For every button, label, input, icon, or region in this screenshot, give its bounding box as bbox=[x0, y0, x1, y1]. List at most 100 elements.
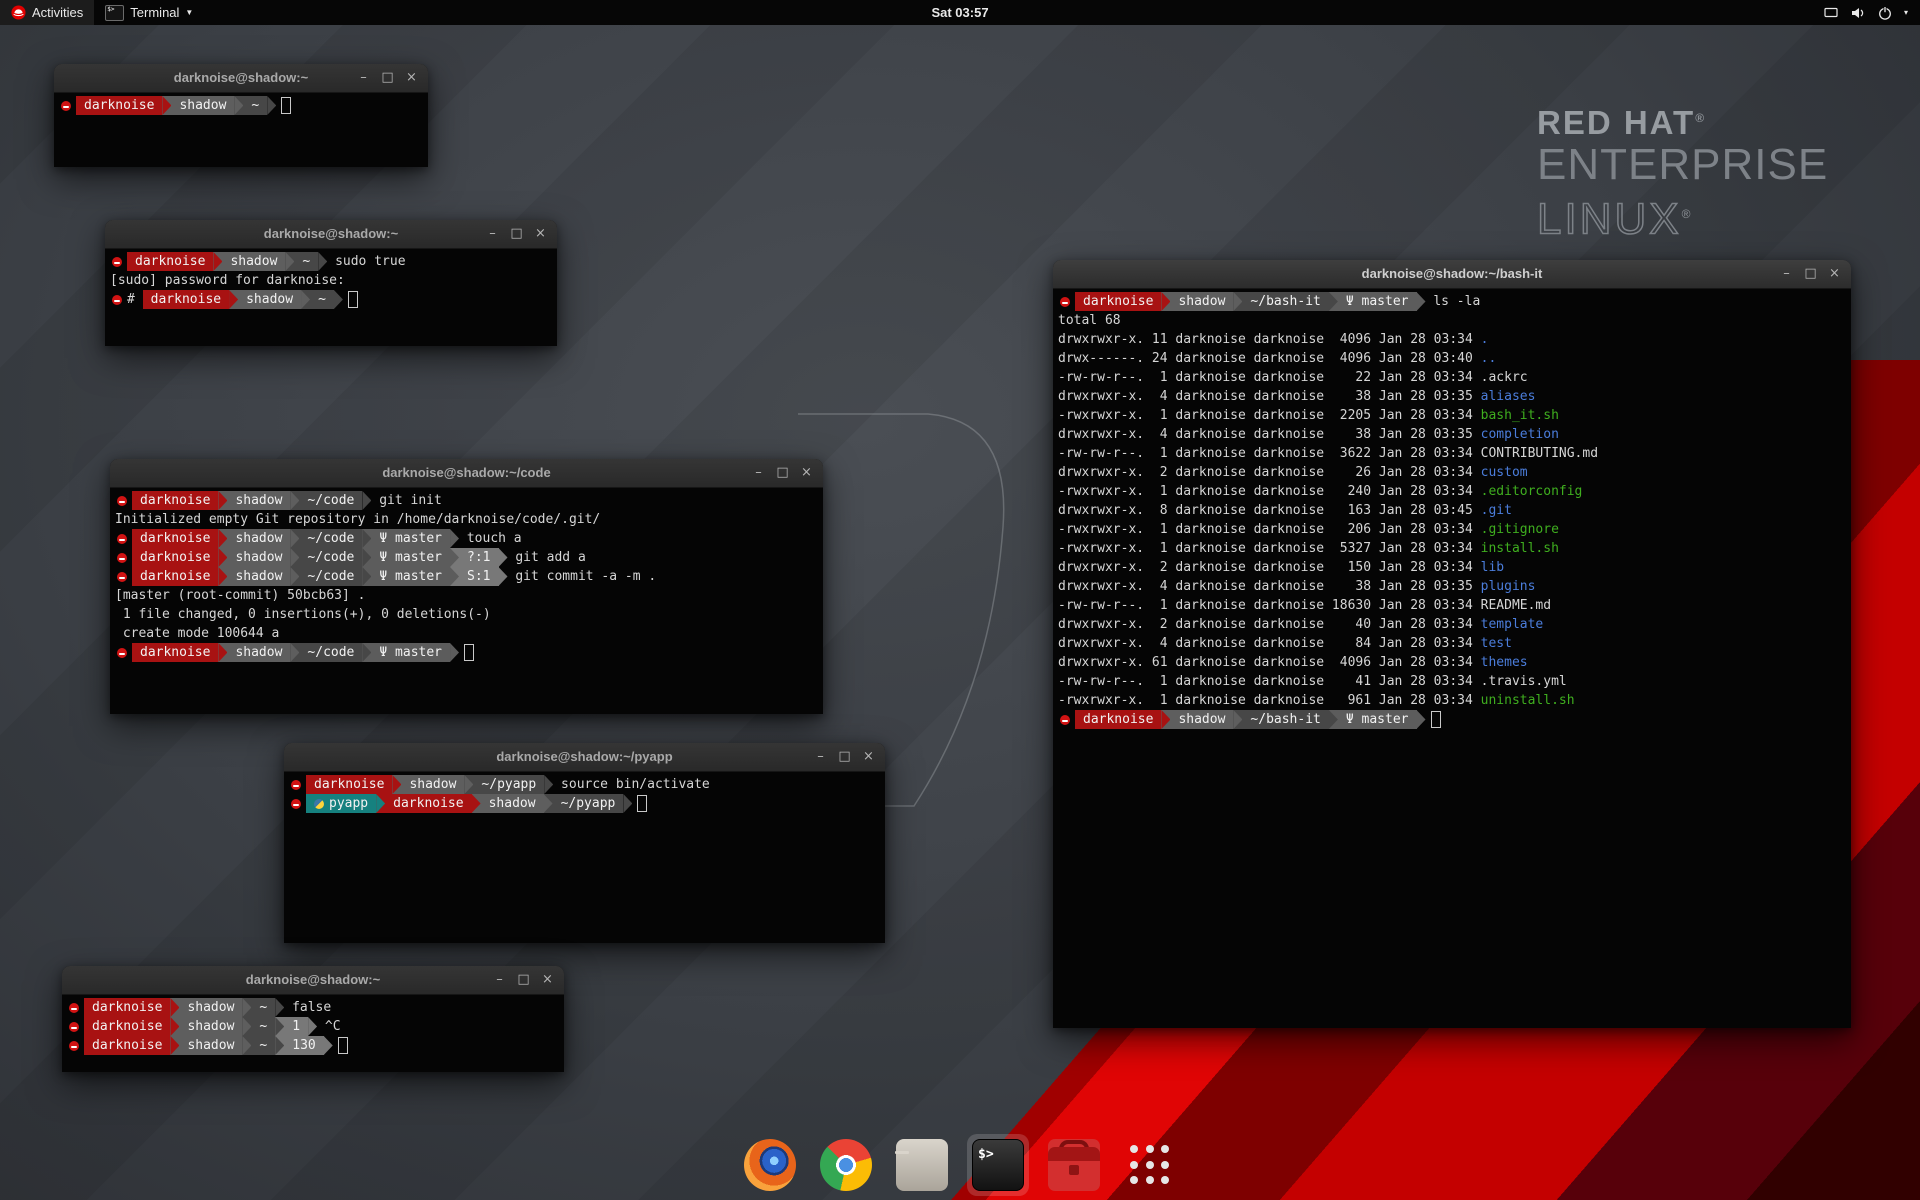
minimize-button[interactable]: – bbox=[490, 971, 509, 990]
system-tray[interactable]: ▾ bbox=[1811, 0, 1920, 25]
terminal-content[interactable]: darknoiseshadow~/bash-itΨ master ls -lat… bbox=[1053, 289, 1851, 1032]
powerline-arrow bbox=[1329, 292, 1338, 311]
prompt-segment-host: shadow bbox=[238, 290, 301, 309]
minimize-button[interactable]: – bbox=[483, 225, 502, 244]
powerline-arrow bbox=[218, 491, 227, 510]
prompt-segment-path: ~/pyapp bbox=[473, 775, 544, 794]
clock[interactable]: Sat 03:57 bbox=[921, 0, 998, 25]
prompt-segment-path: ~ bbox=[294, 252, 318, 271]
terminal-cursor bbox=[1431, 711, 1441, 728]
terminal-line: drwxrwxr-x. 8 darknoise darknoise 163 Ja… bbox=[1053, 501, 1851, 520]
powerline-arrow bbox=[1417, 710, 1426, 729]
terminal-text: false bbox=[284, 1000, 331, 1015]
prompt-segment-user: darknoise bbox=[84, 1017, 170, 1036]
terminal-text: -rw-rw-r--. 1 darknoise darknoise 22 Jan… bbox=[1058, 370, 1481, 385]
close-button[interactable]: × bbox=[531, 225, 550, 244]
terminal-line: -rwxrwxr-x. 1 darknoise darknoise 240 Ja… bbox=[1053, 482, 1851, 501]
terminal-text: drwxrwxr-x. 61 darknoise darknoise 4096 … bbox=[1058, 655, 1481, 670]
window-titlebar[interactable]: darknoise@shadow:~ – □ × bbox=[105, 220, 557, 249]
maximize-button[interactable]: □ bbox=[835, 748, 854, 767]
window-titlebar[interactable]: darknoise@shadow:~ – □ × bbox=[54, 64, 428, 93]
dock-item-firefox[interactable] bbox=[739, 1134, 801, 1196]
powerline-arrow bbox=[229, 290, 238, 309]
maximize-button[interactable]: □ bbox=[1801, 265, 1820, 284]
window-title: darknoise@shadow:~/code bbox=[110, 459, 823, 487]
dock-item-files[interactable] bbox=[891, 1134, 953, 1196]
powerline-arrow bbox=[301, 290, 310, 309]
close-button[interactable]: × bbox=[538, 971, 557, 990]
redhat-prompt-icon bbox=[112, 257, 122, 267]
powerline-arrow bbox=[285, 252, 294, 271]
terminal-content[interactable]: darknoiseshadow~ sudo true[sudo] passwor… bbox=[105, 249, 557, 350]
terminal-line: drwxrwxr-x. 11 darknoise darknoise 4096 … bbox=[1053, 330, 1851, 349]
terminal-text: -rwxrwxr-x. 1 darknoise darknoise 206 Ja… bbox=[1058, 522, 1481, 537]
prompt-segment-host: shadow bbox=[227, 548, 290, 567]
maximize-button[interactable]: □ bbox=[507, 225, 526, 244]
powerline-arrow bbox=[218, 529, 227, 548]
terminal-text: -rw-rw-r--. 1 darknoise darknoise 18630 … bbox=[1058, 598, 1481, 613]
powerline-arrow bbox=[472, 794, 481, 813]
terminal-window-code: darknoise@shadow:~/code – □ × darknoises… bbox=[110, 459, 823, 714]
prompt-segment-user: darknoise bbox=[132, 567, 218, 586]
window-titlebar[interactable]: darknoise@shadow:~/bash-it – □ × bbox=[1053, 260, 1851, 289]
close-button[interactable]: × bbox=[402, 69, 421, 88]
terminal-text: ls -la bbox=[1426, 294, 1481, 309]
activities-button[interactable]: Activities bbox=[0, 0, 94, 25]
maximize-button[interactable]: □ bbox=[514, 971, 533, 990]
close-button[interactable]: × bbox=[797, 464, 816, 483]
terminal-text: [master (root-commit) 50bcb63] . bbox=[115, 588, 365, 603]
minimize-button[interactable]: – bbox=[354, 69, 373, 88]
terminal-text: create mode 100644 a bbox=[115, 626, 279, 641]
terminal-text: .editorconfig bbox=[1481, 484, 1583, 499]
window-titlebar[interactable]: darknoise@shadow:~/pyapp – □ × bbox=[284, 743, 885, 772]
powerline-arrow bbox=[499, 548, 508, 567]
dock-item-toolbox[interactable] bbox=[1043, 1134, 1105, 1196]
close-button[interactable]: × bbox=[1825, 265, 1844, 284]
powerline-arrow bbox=[450, 567, 459, 586]
app-menu-terminal[interactable]: $> Terminal ▼ bbox=[94, 0, 204, 25]
dock-item-app-grid[interactable] bbox=[1119, 1134, 1181, 1196]
terminal-line: drwxrwxr-x. 4 darknoise darknoise 38 Jan… bbox=[1053, 425, 1851, 444]
terminal-text: .ackrc bbox=[1481, 370, 1528, 385]
prompt-segment-path: ~/code bbox=[299, 548, 362, 567]
terminal-text: git commit -a -m . bbox=[508, 569, 657, 584]
window-titlebar[interactable]: darknoise@shadow:~ – □ × bbox=[62, 966, 564, 995]
terminal-content[interactable]: darknoiseshadow~ falsedarknoiseshadow~1 … bbox=[62, 995, 564, 1076]
terminal-line: -rw-rw-r--. 1 darknoise darknoise 18630 … bbox=[1053, 596, 1851, 615]
close-button[interactable]: × bbox=[859, 748, 878, 767]
dock-item-chrome[interactable] bbox=[815, 1134, 877, 1196]
prompt-segment-git: Ψ master bbox=[371, 567, 450, 586]
dock-item-terminal[interactable]: $> bbox=[967, 1134, 1029, 1196]
brand-line-1: RED HAT bbox=[1537, 104, 1695, 141]
terminal-text: -rw-rw-r--. 1 darknoise darknoise 41 Jan… bbox=[1058, 674, 1481, 689]
prompt-segment-user: darknoise bbox=[132, 643, 218, 662]
terminal-line: darknoiseshadow~/code git init bbox=[110, 491, 823, 510]
python-logo-icon bbox=[314, 799, 324, 809]
power-icon bbox=[1877, 5, 1893, 21]
clock-label: Sat 03:57 bbox=[931, 5, 988, 20]
minimize-button[interactable]: – bbox=[749, 464, 768, 483]
redhat-prompt-icon bbox=[291, 780, 301, 790]
window-titlebar[interactable]: darknoise@shadow:~/code – □ × bbox=[110, 459, 823, 488]
prompt-segment-host: shadow bbox=[222, 252, 285, 271]
powerline-arrow bbox=[623, 794, 632, 813]
app-grid-icon bbox=[1124, 1139, 1176, 1191]
terminal-line: drwx------. 24 darknoise darknoise 4096 … bbox=[1053, 349, 1851, 368]
terminal-content[interactable]: darknoiseshadow~/code git initInitialize… bbox=[110, 488, 823, 718]
terminal-line: darknoiseshadow~/codeΨ master bbox=[110, 643, 823, 662]
maximize-button[interactable]: □ bbox=[773, 464, 792, 483]
app-menu-label: Terminal bbox=[130, 5, 179, 20]
minimize-button[interactable]: – bbox=[811, 748, 830, 767]
terminal-text: drwxrwxr-x. 11 darknoise darknoise 4096 … bbox=[1058, 332, 1481, 347]
terminal-content[interactable]: darknoiseshadow~ bbox=[54, 93, 428, 171]
terminal-line: drwxrwxr-x. 2 darknoise darknoise 26 Jan… bbox=[1053, 463, 1851, 482]
terminal-text: drwxrwxr-x. 4 darknoise darknoise 84 Jan… bbox=[1058, 636, 1481, 651]
powerline-arrow bbox=[275, 1036, 284, 1055]
terminal-window-pyapp: darknoise@shadow:~/pyapp – □ × darknoise… bbox=[284, 743, 885, 943]
powerline-arrow bbox=[218, 643, 227, 662]
minimize-button[interactable]: – bbox=[1777, 265, 1796, 284]
powerline-arrow bbox=[290, 548, 299, 567]
terminal-content[interactable]: darknoiseshadow~/pyapp source bin/activa… bbox=[284, 772, 885, 947]
maximize-button[interactable]: □ bbox=[378, 69, 397, 88]
powerline-arrow bbox=[392, 775, 401, 794]
